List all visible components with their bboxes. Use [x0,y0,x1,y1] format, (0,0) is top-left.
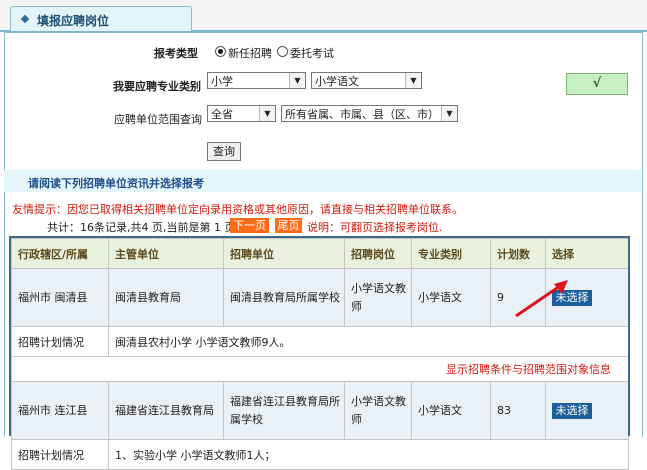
conditions-note[interactable]: 显示招聘条件与招聘范围对象信息 [11,356,629,382]
chevron-down-icon: ▼ [259,106,275,121]
pager-summary: 共计：16条记录,共4 页,当前是第 1 页 [47,221,236,234]
plan-detail: 1、实验小学 小学语文教师1人； [108,439,629,470]
header-count: 计划数 [490,238,546,269]
next-page-button[interactable]: 下一页 [230,218,269,233]
read-hint: 请阅读下列招聘单位资讯并选择报考 [28,177,204,190]
header-region: 行政辖区/所属 [11,238,109,269]
select-button[interactable]: 未选择 [552,402,592,419]
header-major: 专业类别 [411,238,491,269]
radio-commissioned-exam[interactable] [277,46,288,57]
cell-count: 83 [490,381,546,440]
cell-major: 小学语文 [411,268,491,327]
range-area-select[interactable]: 所有省属、市属、县（区、市） ▼ [281,105,458,122]
header-authority: 主管单位 [108,238,224,269]
plan-detail: 闽清县农村小学 小学语文教师9人。 [108,326,629,357]
major-subject-value: 小学语文 [315,75,359,88]
plan-row: 招聘计划情况 闽清县农村小学 小学语文教师9人。 [11,326,629,357]
radio-new-recruit[interactable] [215,46,226,57]
range-province-value: 全省 [211,108,233,121]
cell-unit: 闽清县教育局所属学校 [223,268,345,327]
exam-type-label: 报考类型 [154,47,198,60]
bullet-icon [20,14,30,24]
last-page-button[interactable]: 尾页 [275,218,302,233]
pager-note: 说明：可翻页选择报考岗位. [307,221,443,234]
table-row: 福州市 连江县 福建省连江县教育局 福建省连江县教育局所属学校 小学语文教师 小… [11,381,629,440]
cell-region: 福州市 连江县 [11,381,109,440]
major-level-select[interactable]: 小学 ▼ [207,72,306,89]
header-unit: 招聘单位 [223,238,345,269]
range-label: 应聘单位范围查询 [114,113,202,126]
cell-position: 小学语文教师 [344,268,412,327]
header-position: 招聘岗位 [344,238,412,269]
chevron-down-icon: ▼ [441,106,457,121]
cell-region: 福州市 闽清县 [11,268,109,327]
header-select: 选择 [545,238,629,269]
tab-fill-position[interactable]: 填报应聘岗位 [10,6,192,31]
tab-bar: 填报应聘岗位 [0,0,647,32]
range-province-select[interactable]: 全省 ▼ [207,105,276,122]
cell-position: 小学语文教师 [344,381,412,440]
cell-select: 未选择 [545,381,629,440]
cell-authority: 闽清县教育局 [108,268,224,327]
chevron-down-icon: ▼ [289,73,305,88]
check-indicator: √ [566,73,628,95]
major-label: 我要应聘专业类别 [113,80,201,93]
cell-select: 未选择 [545,268,629,327]
plan-row: 招聘计划情况 1、实验小学 小学语文教师1人； [11,439,629,470]
radio-commissioned-exam-label[interactable]: 委托考试 [290,45,334,61]
cell-major: 小学语文 [411,381,491,440]
cell-authority: 福建省连江县教育局 [108,381,224,440]
tab-title: 填报应聘岗位 [37,14,110,28]
radio-new-recruit-label[interactable]: 新任招聘 [228,45,272,61]
friendly-tip: 友情提示：因您已取得相关招聘单位定向录用资格或其他原因，请直接与相关招聘单位联系… [12,203,463,216]
positions-table: 行政辖区/所属 主管单位 招聘单位 招聘岗位 专业类别 计划数 选择 福州市 闽… [11,238,629,470]
note-row: 显示招聘条件与招聘范围对象信息 [11,356,629,382]
chevron-down-icon: ▼ [405,73,421,88]
table-header-row: 行政辖区/所属 主管单位 招聘单位 招聘岗位 专业类别 计划数 选择 [11,238,629,269]
select-button[interactable]: 未选择 [552,289,592,306]
major-level-value: 小学 [211,75,233,88]
major-subject-select[interactable]: 小学语文 ▼ [311,72,422,89]
cell-count: 9 [490,268,546,327]
query-button[interactable]: 查询 [207,142,241,161]
plan-label: 招聘计划情况 [11,439,109,470]
plan-label: 招聘计划情况 [11,326,109,357]
table-row: 福州市 闽清县 闽清县教育局 闽清县教育局所属学校 小学语文教师 小学语文 9 … [11,268,629,327]
cell-unit: 福建省连江县教育局所属学校 [223,381,345,440]
range-area-value: 所有省属、市属、县（区、市） [285,108,439,121]
